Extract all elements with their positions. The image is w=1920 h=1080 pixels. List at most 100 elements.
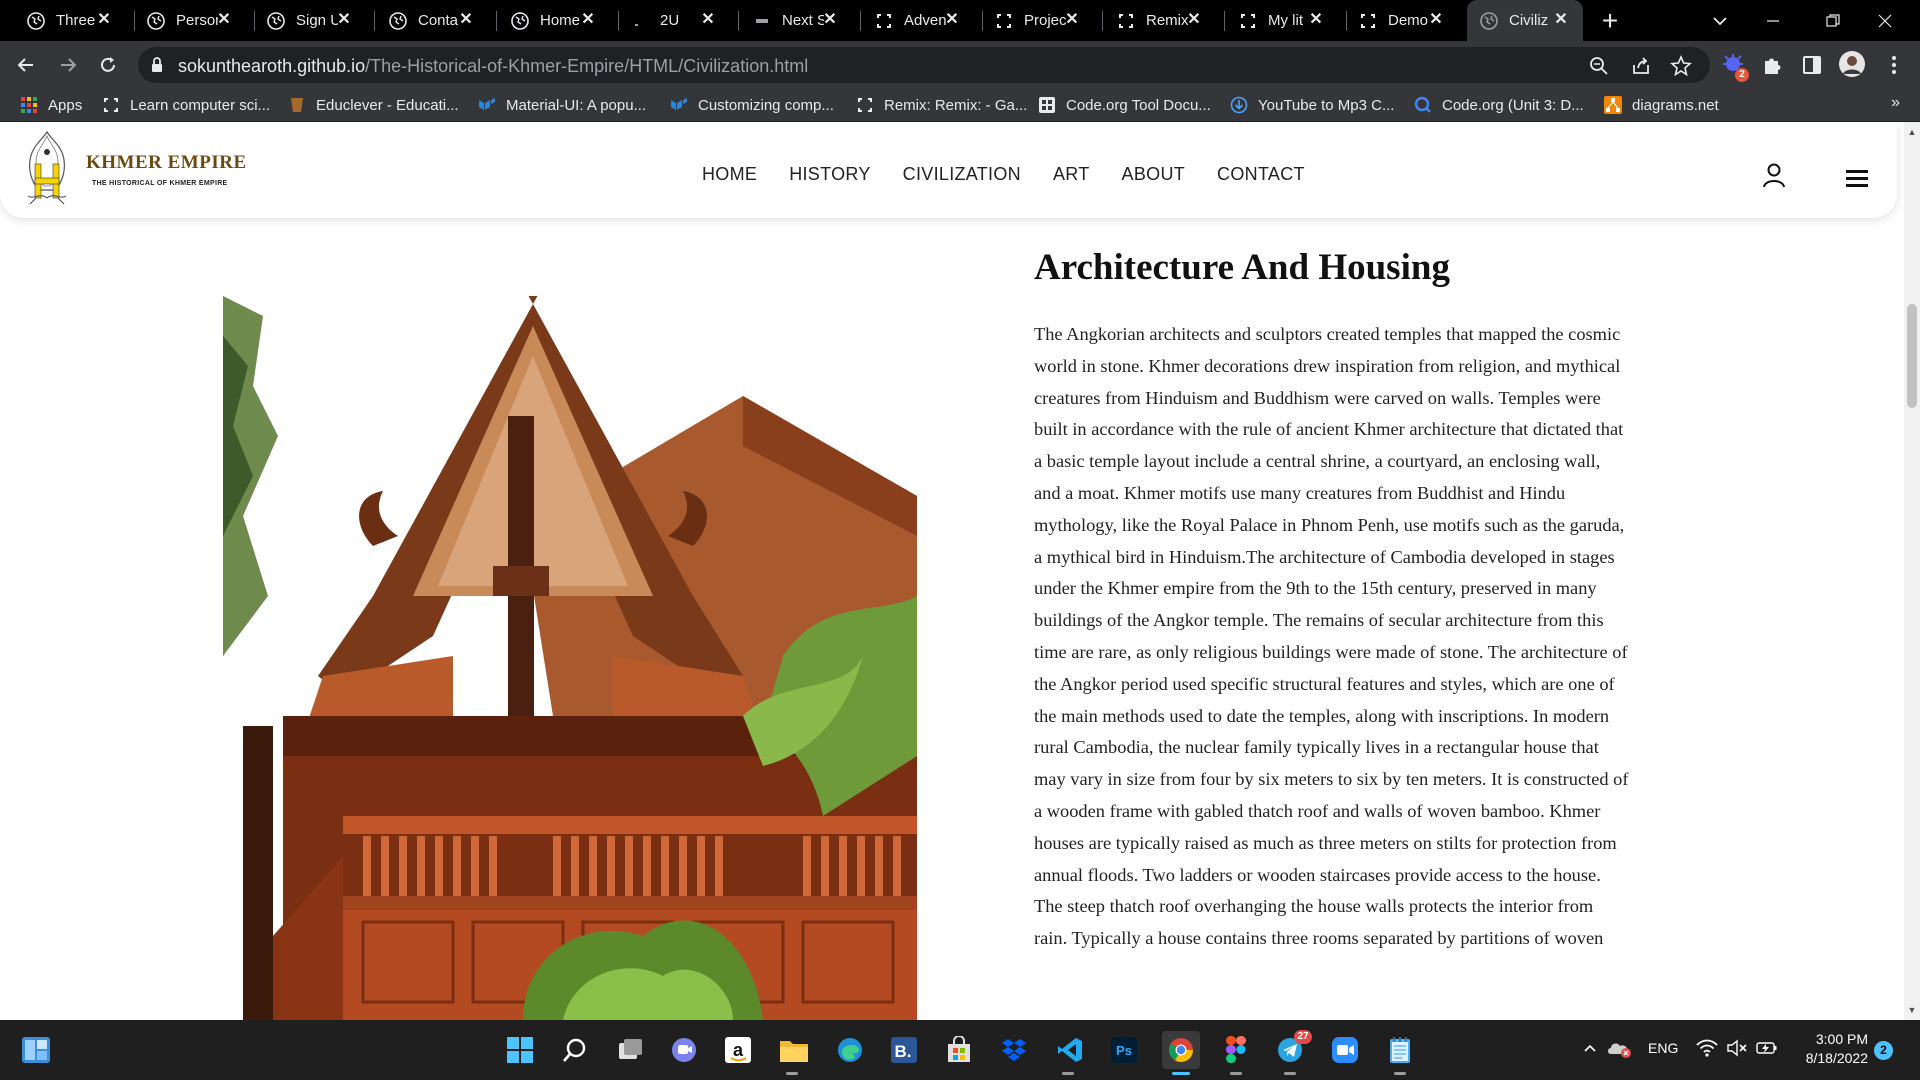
notification-count-badge[interactable]: 2 (1874, 1041, 1893, 1060)
close-icon[interactable]: ✕ (216, 12, 232, 28)
notepad-icon[interactable] (1382, 1032, 1418, 1068)
close-icon[interactable]: ✕ (700, 12, 716, 28)
teams-chat-icon[interactable] (666, 1032, 702, 1068)
bookmark-star-icon[interactable] (1670, 54, 1692, 77)
menu-dots-icon[interactable] (1882, 53, 1906, 77)
tab-my-little[interactable]: My lit ✕ (1238, 0, 1338, 41)
download-icon (1230, 96, 1248, 114)
show-hidden-icons-chevron-icon[interactable] (1578, 1036, 1602, 1060)
hamburger-menu-icon[interactable] (1846, 168, 1868, 188)
chrome-icon[interactable] (1162, 1031, 1200, 1069)
reload-button[interactable] (94, 51, 122, 79)
zoom-icon[interactable] (1327, 1032, 1363, 1068)
edge-icon[interactable] (832, 1032, 868, 1068)
url-text[interactable]: sokunthearoth.github.io/The-Historical-o… (178, 56, 808, 77)
wifi-icon[interactable] (1694, 1036, 1720, 1060)
close-icon[interactable]: ✕ (1186, 12, 1202, 28)
diagrams-icon (1604, 96, 1622, 114)
tab-home[interactable]: Home ✕ (510, 0, 610, 41)
side-panel-icon[interactable] (1800, 53, 1824, 77)
close-icon[interactable]: ✕ (96, 12, 112, 28)
tab-sign-up[interactable]: Sign U ✕ (266, 0, 366, 41)
close-icon[interactable]: ✕ (1428, 12, 1444, 28)
figma-icon[interactable] (1218, 1032, 1254, 1068)
photoshop-icon[interactable]: Ps (1106, 1032, 1142, 1068)
tab-remix[interactable]: Remix ✕ (1116, 0, 1216, 41)
bold-b-icon[interactable]: B. (886, 1032, 922, 1068)
search-icon[interactable] (557, 1032, 593, 1068)
page-scrollbar[interactable] (1904, 122, 1920, 1020)
bookmark-apps[interactable]: Apps (20, 94, 82, 116)
close-window-button[interactable] (1850, 0, 1920, 41)
close-icon[interactable]: ✕ (944, 12, 960, 28)
vscode-icon[interactable] (1052, 1032, 1088, 1068)
share-icon[interactable] (1630, 55, 1652, 77)
language-indicator[interactable]: ENG (1648, 1040, 1678, 1056)
tab-title: Remix (1146, 12, 1188, 29)
task-view-icon[interactable] (612, 1032, 648, 1068)
volume-muted-icon[interactable] (1724, 1036, 1750, 1060)
bookmark-youtube-mp3[interactable]: YouTube to Mp3 C... (1230, 94, 1394, 116)
tab-project[interactable]: Projec ✕ (994, 0, 1094, 41)
bookmarks-overflow-button[interactable]: » (1891, 94, 1900, 112)
tab-2u[interactable]: 2U ✕ (630, 0, 730, 41)
profile-avatar[interactable] (1838, 50, 1866, 78)
svg-text:B.: B. (895, 1042, 912, 1061)
tab-title: Projec (1024, 12, 1066, 29)
widgets-icon[interactable] (18, 1032, 54, 1068)
forward-button[interactable] (54, 51, 82, 79)
glitch-icon (994, 11, 1014, 31)
close-icon[interactable]: ✕ (1308, 12, 1324, 28)
tab-three[interactable]: Three ✕ (26, 0, 126, 41)
lock-icon[interactable] (150, 56, 166, 74)
bookmark-diagrams[interactable]: diagrams.net (1604, 94, 1719, 116)
close-icon[interactable]: ✕ (1553, 12, 1569, 28)
nav-contact[interactable]: CONTACT (1217, 164, 1305, 185)
address-bar[interactable]: sokunthearoth.github.io/The-Historical-o… (138, 47, 1710, 83)
start-icon[interactable] (502, 1032, 538, 1068)
extensions-puzzle-icon[interactable] (1761, 53, 1785, 77)
bookmark-learn-cs[interactable]: Learn computer sci... (102, 94, 270, 116)
close-icon[interactable]: ✕ (580, 12, 596, 28)
nav-about[interactable]: ABOUT (1122, 164, 1186, 185)
bookmark-educlever[interactable]: Educlever - Educati... (288, 94, 459, 116)
zoom-icon[interactable] (1588, 55, 1610, 77)
system-clock[interactable]: 3:00 PM 8/18/2022 (1798, 1030, 1868, 1068)
dropbox-icon[interactable] (996, 1032, 1032, 1068)
scroll-up-arrow[interactable]: ▲ (1904, 124, 1920, 140)
tab-civilization[interactable]: Civiliz ✕ (1467, 0, 1583, 41)
nav-home[interactable]: HOME (702, 164, 757, 185)
close-icon[interactable]: ✕ (1064, 12, 1080, 28)
bookmark-customizing[interactable]: Customizing comp... (670, 94, 834, 116)
tab-contact[interactable]: Conta ✕ (388, 0, 488, 41)
tab-search-chevron-icon[interactable] (1708, 9, 1732, 33)
bookmark-label: Learn computer sci... (130, 96, 271, 114)
tab-person[interactable]: Person ✕ (146, 0, 246, 41)
close-icon[interactable]: ✕ (822, 12, 838, 28)
file-explorer-icon[interactable] (776, 1032, 812, 1068)
nav-art[interactable]: ART (1053, 164, 1090, 185)
close-icon[interactable]: ✕ (458, 12, 474, 28)
new-tab-button[interactable]: + (1597, 7, 1623, 35)
tab-adventure[interactable]: Adven ✕ (874, 0, 974, 41)
glitch-icon (102, 96, 120, 114)
khmer-empire-logo[interactable] (22, 130, 72, 210)
battery-charging-icon[interactable] (1754, 1036, 1780, 1060)
tab-demo[interactable]: Demo ✕ (1358, 0, 1458, 41)
nav-civilization[interactable]: CIVILIZATION (903, 164, 1021, 185)
bookmark-codeorg-unit3[interactable]: Code.org (Unit 3: D... (1414, 94, 1584, 116)
bookmark-codeorg-docs[interactable]: Code.org Tool Docu... (1038, 94, 1211, 116)
scroll-down-arrow[interactable]: ▼ (1904, 1002, 1920, 1018)
tab-next[interactable]: Next S ✕ (752, 0, 852, 41)
close-icon[interactable]: ✕ (336, 12, 352, 28)
bookmark-material-ui[interactable]: Material-UI: A popu... (478, 94, 646, 116)
scrollbar-thumb[interactable] (1907, 304, 1917, 408)
onedrive-error-icon[interactable] (1606, 1036, 1632, 1060)
user-icon[interactable] (1761, 162, 1787, 188)
bookmark-remix[interactable]: Remix: Remix: - Ga... (856, 94, 1027, 116)
microsoft-store-icon[interactable] (941, 1032, 977, 1068)
amazon-icon[interactable]: a (720, 1032, 756, 1068)
nav-history[interactable]: HISTORY (789, 164, 870, 185)
back-button[interactable] (12, 51, 40, 79)
mui-icon (670, 96, 688, 114)
